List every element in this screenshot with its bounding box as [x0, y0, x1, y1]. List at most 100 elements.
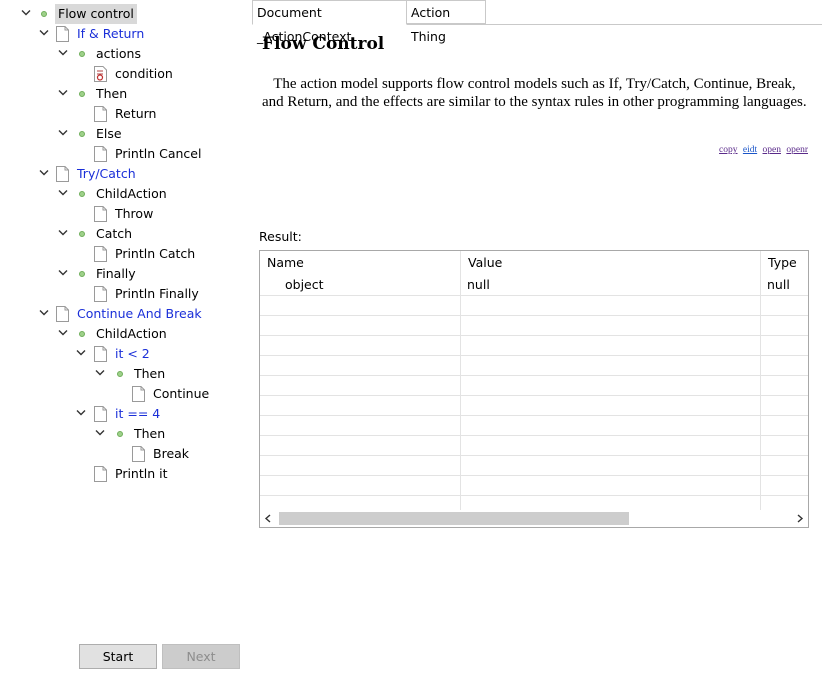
table-row-empty	[260, 435, 808, 456]
empty-cell	[461, 475, 761, 495]
empty-cell	[461, 435, 761, 455]
tree-node-label[interactable]: If & Return	[74, 24, 147, 44]
chevron-down-icon[interactable]	[39, 164, 53, 184]
column-header-type[interactable]: Type	[761, 251, 808, 275]
tree-node-label[interactable]: Break	[150, 444, 192, 464]
action-dot-icon	[117, 371, 123, 377]
table-row-empty	[260, 355, 808, 376]
chevron-down-icon[interactable]	[39, 24, 53, 44]
empty-cell	[461, 355, 761, 375]
chevron-down-icon[interactable]	[39, 304, 53, 324]
scroll-right-icon[interactable]	[796, 514, 804, 523]
tree-node-label[interactable]: Then	[131, 424, 168, 444]
cell-value: null	[461, 275, 761, 295]
empty-cell	[260, 335, 461, 355]
empty-cell	[260, 455, 461, 475]
table-row[interactable]: object null null	[260, 275, 808, 296]
open-link[interactable]: open	[763, 145, 781, 155]
condition-doc-icon	[94, 66, 107, 82]
chevron-down-icon[interactable]	[58, 44, 72, 64]
document-icon	[94, 106, 107, 122]
result-label: Result:	[259, 229, 302, 244]
empty-cell	[260, 395, 461, 415]
tree-node-label[interactable]: Try/Catch	[74, 164, 139, 184]
document-icon	[56, 306, 69, 322]
tree-node-label[interactable]: Finally	[93, 264, 139, 284]
tree-node-label[interactable]: Catch	[93, 224, 135, 244]
chevron-down-icon[interactable]	[95, 424, 109, 444]
result-table[interactable]: Name Value Type object null null	[259, 250, 809, 528]
table-row-empty	[260, 375, 808, 396]
chevron-down-icon[interactable]	[58, 84, 72, 104]
tree-node-label[interactable]: Then	[93, 84, 130, 104]
chevron-down-icon[interactable]	[58, 264, 72, 284]
tab-document[interactable]: Document _ActionContext	[252, 0, 407, 44]
scroll-left-icon[interactable]	[264, 514, 272, 523]
chevron-down-icon[interactable]	[58, 324, 72, 344]
chevron-down-icon[interactable]	[58, 224, 72, 244]
tree-node-label[interactable]: ChildAction	[93, 184, 170, 204]
table-row-empty	[260, 415, 808, 436]
start-button[interactable]: Start	[79, 644, 157, 669]
table-row-empty	[260, 295, 808, 316]
table-row-empty	[260, 315, 808, 336]
empty-cell	[260, 315, 461, 335]
document-icon	[132, 386, 145, 402]
column-header-name[interactable]: Name	[260, 251, 461, 275]
action-dot-icon	[117, 431, 123, 437]
chevron-down-icon[interactable]	[95, 364, 109, 384]
scrollbar-thumb[interactable]	[279, 512, 629, 525]
chevron-down-icon[interactable]	[58, 184, 72, 204]
empty-cell	[260, 475, 461, 495]
tree-node-label[interactable]: Continue And Break	[74, 304, 205, 324]
tree-node-label[interactable]: Throw	[112, 204, 156, 224]
table-row-empty	[260, 455, 808, 476]
chevron-down-icon[interactable]	[76, 404, 90, 424]
action-dot-icon	[79, 331, 85, 337]
tree-node-label[interactable]: Println Finally	[112, 284, 202, 304]
tree-node-label[interactable]: Then	[131, 364, 168, 384]
empty-cell	[761, 295, 808, 315]
tree-node-label[interactable]: Continue	[150, 384, 212, 404]
tree-node-label[interactable]: actions	[93, 44, 144, 64]
table-row-empty	[260, 395, 808, 416]
column-header-value[interactable]: Value	[461, 251, 761, 275]
action-dot-icon	[79, 91, 85, 97]
tab-action-thing[interactable]: Action Thing	[406, 0, 486, 44]
tree-node-label[interactable]: it < 2	[112, 344, 153, 364]
table-header: Name Value Type	[260, 251, 808, 275]
tree-node-label[interactable]: Return	[112, 104, 159, 124]
chevron-down-icon[interactable]	[58, 124, 72, 144]
action-tree[interactable]: Flow control If & Return actions condition T…	[0, 0, 250, 640]
tree-node-label[interactable]: Println Catch	[112, 244, 198, 264]
empty-cell	[761, 375, 808, 395]
horizontal-scrollbar[interactable]	[260, 510, 808, 527]
tree-node-label[interactable]: ChildAction	[93, 324, 170, 344]
tree-node-label[interactable]: Println Cancel	[112, 144, 204, 164]
empty-cell	[461, 375, 761, 395]
tree-node-label[interactable]: Println it	[112, 464, 171, 484]
chevron-down-icon[interactable]	[21, 4, 35, 24]
action-dot-icon	[79, 131, 85, 137]
empty-cell	[461, 455, 761, 475]
edit-link[interactable]: eidt	[743, 145, 757, 155]
tree-node-label[interactable]: Flow control	[55, 4, 137, 24]
copy-link[interactable]: copy	[719, 145, 737, 155]
openr-link[interactable]: openr	[786, 145, 808, 155]
document-icon	[132, 446, 145, 462]
tree-node-label[interactable]: condition	[112, 64, 176, 84]
empty-cell	[461, 315, 761, 335]
document-icon	[56, 26, 69, 42]
empty-cell	[761, 435, 808, 455]
empty-cell	[761, 315, 808, 335]
empty-cell	[260, 415, 461, 435]
chevron-down-icon[interactable]	[76, 344, 90, 364]
next-button[interactable]: Next	[162, 644, 240, 669]
tree-node-label[interactable]: Else	[93, 124, 125, 144]
empty-cell	[761, 455, 808, 475]
empty-cell	[260, 295, 461, 315]
document-icon	[94, 466, 107, 482]
document-text: The action model supports flow control m…	[262, 76, 807, 110]
editor-tab-bar: Document _ActionContext Action Thing	[252, 0, 822, 44]
tree-node-label[interactable]: it == 4	[112, 404, 163, 424]
